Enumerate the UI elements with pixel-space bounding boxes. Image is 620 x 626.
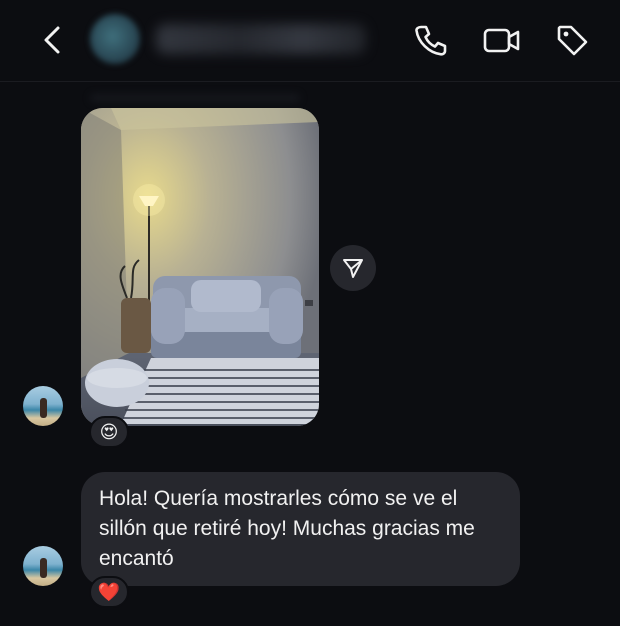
message-text: Hola! Quería mostrarles cómo se ve el si… bbox=[99, 487, 475, 570]
phone-icon bbox=[415, 25, 447, 56]
chat-header bbox=[0, 0, 620, 82]
tag-button[interactable] bbox=[554, 22, 590, 58]
share-button[interactable] bbox=[330, 245, 376, 291]
sender-avatar[interactable] bbox=[23, 546, 63, 586]
back-button[interactable] bbox=[36, 22, 72, 58]
armchair-room-photo bbox=[81, 108, 319, 426]
heart-eyes-emoji: 😍 bbox=[99, 422, 119, 442]
photo-message[interactable] bbox=[81, 108, 319, 426]
chat-screen: 😍 Hola! Quería mostrarles cómo se ve el … bbox=[0, 0, 620, 626]
tag-icon bbox=[557, 25, 588, 56]
sender-avatar[interactable] bbox=[23, 386, 63, 426]
avatar-figure bbox=[40, 398, 47, 418]
call-button[interactable] bbox=[412, 22, 448, 58]
contact-avatar[interactable] bbox=[90, 14, 140, 64]
blurred-preview-line bbox=[90, 94, 300, 102]
red-heart-emoji: ❤️ bbox=[97, 582, 121, 602]
reaction-badge[interactable]: ❤️ bbox=[89, 576, 129, 608]
video-call-button[interactable] bbox=[482, 22, 520, 58]
paper-plane-icon bbox=[343, 259, 363, 278]
avatar-figure bbox=[40, 558, 47, 578]
text-message-bubble[interactable]: Hola! Quería mostrarles cómo se ve el si… bbox=[81, 472, 520, 586]
chevron-left-icon bbox=[44, 26, 60, 54]
video-camera-icon bbox=[483, 28, 520, 53]
contact-name-redacted[interactable] bbox=[156, 24, 366, 54]
reaction-badge[interactable]: 😍 bbox=[89, 416, 129, 448]
